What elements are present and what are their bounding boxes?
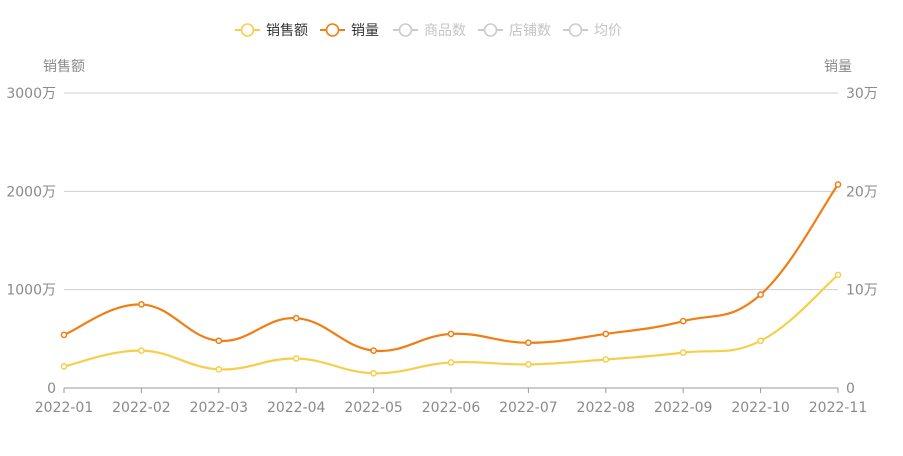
y-right-tick-label: 20万 bbox=[846, 184, 878, 200]
legend: 销售额 销量 商品数 店铺数 均价 bbox=[235, 23, 622, 39]
data-point bbox=[602, 330, 610, 338]
x-axis: 2022-01 2022-02 2022-03 2022-04 2022-05 2022-… bbox=[35, 388, 868, 416]
data-point bbox=[679, 349, 687, 356]
legend-label: 销售额 bbox=[266, 23, 308, 39]
data-point bbox=[602, 356, 610, 363]
x-tick-label: 2022-10 bbox=[731, 400, 790, 416]
data-point bbox=[447, 330, 455, 338]
data-point bbox=[757, 291, 764, 298]
series-1 bbox=[60, 271, 842, 377]
data-point bbox=[834, 181, 842, 188]
x-tick-label: 2022-04 bbox=[267, 400, 326, 416]
data-point bbox=[292, 314, 300, 322]
data-point bbox=[215, 365, 223, 373]
legend-circle-icon bbox=[240, 23, 255, 37]
data-point bbox=[138, 347, 145, 354]
y-left-tick-label: 0 bbox=[47, 381, 56, 397]
data-point bbox=[834, 271, 842, 279]
legend-circle-icon bbox=[398, 23, 413, 37]
series-line bbox=[63, 183, 839, 353]
line-chart: 销售额 销量 商品数 店铺数 均价 销售额 销量 01000万2000万3000万 01… bbox=[6, 23, 878, 416]
legend-label: 销量 bbox=[351, 23, 379, 39]
data-point bbox=[370, 369, 377, 377]
data-point bbox=[215, 337, 223, 345]
y-axis-left: 0 1000万 2000万 3000万 bbox=[6, 86, 56, 397]
legend-item: 店铺数 bbox=[478, 23, 551, 39]
legend-label: 均价 bbox=[594, 23, 622, 39]
x-tick-label: 2022-02 bbox=[112, 400, 171, 416]
y-left-tick-label: 3000万 bbox=[6, 86, 56, 102]
legend-label: 店铺数 bbox=[509, 23, 551, 39]
series-layer bbox=[60, 181, 842, 377]
y-left-tick-label: 1000万 bbox=[6, 283, 56, 299]
data-point bbox=[138, 301, 145, 308]
series-2 bbox=[60, 181, 842, 354]
data-point bbox=[447, 359, 455, 366]
data-point bbox=[60, 363, 68, 370]
legend-circle-icon bbox=[483, 23, 498, 37]
data-point bbox=[60, 331, 68, 339]
legend-item: 商品数 bbox=[393, 23, 466, 39]
data-point bbox=[292, 355, 300, 362]
y-axis-right-title: 销量 bbox=[824, 59, 852, 75]
x-tick-label: 2022-05 bbox=[344, 400, 403, 416]
x-tick-label: 2022-09 bbox=[654, 400, 713, 416]
x-tick-label: 2022-07 bbox=[499, 400, 558, 416]
legend-circle-icon bbox=[325, 23, 340, 37]
x-tick-label: 2022-01 bbox=[35, 400, 94, 416]
x-tick-label: 2022-08 bbox=[577, 400, 636, 416]
grid-lines bbox=[64, 92, 838, 389]
y-axis-right: 0 10万 20万 30万 bbox=[846, 86, 878, 397]
legend-item: 均价 bbox=[563, 23, 622, 39]
x-tick-label: 2022-11 bbox=[809, 400, 868, 416]
legend-item: 销量 bbox=[320, 23, 379, 39]
y-left-tick-label: 2000万 bbox=[6, 184, 56, 200]
chart: 销售额 销量 商品数 店铺数 均价 销售额 销量 0 1000万 2000万 3000万 01… bbox=[0, 0, 903, 456]
data-point bbox=[525, 361, 532, 368]
legend-circle-icon bbox=[568, 23, 583, 37]
x-tick-label: 2022-03 bbox=[190, 400, 249, 416]
y-right-tick-label: 0 bbox=[846, 381, 855, 397]
legend-item: 销售额 bbox=[235, 23, 308, 39]
y-right-tick-label: 10万 bbox=[846, 283, 878, 299]
y-axis-left-title: 销售额 bbox=[43, 59, 85, 75]
legend-label: 商品数 bbox=[424, 23, 466, 39]
data-point bbox=[757, 337, 764, 345]
data-point bbox=[370, 347, 377, 354]
y-right-tick-label: 30万 bbox=[846, 86, 878, 102]
x-tick-label: 2022-06 bbox=[422, 400, 481, 416]
data-point bbox=[679, 317, 687, 325]
data-point bbox=[525, 339, 532, 347]
